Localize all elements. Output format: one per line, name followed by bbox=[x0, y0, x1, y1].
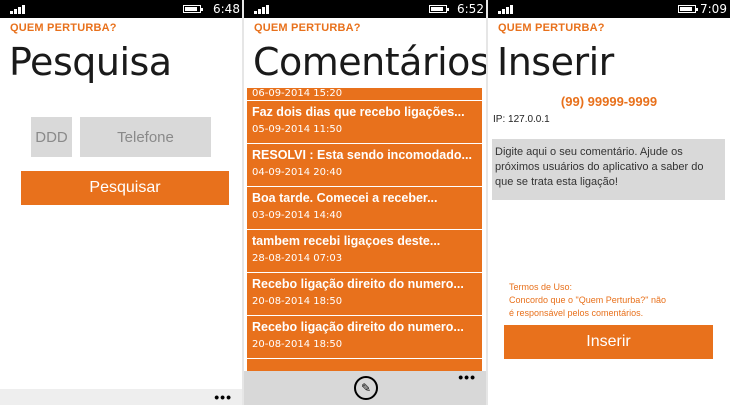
ip-address: IP: 127.0.0.1 bbox=[493, 114, 550, 125]
list-item[interactable]: tambem recebi ligaçoes deste... 28-08-20… bbox=[247, 230, 482, 273]
battery-icon bbox=[183, 5, 203, 13]
phone-number: (99) 99999-9999 bbox=[560, 94, 658, 109]
list-item[interactable]: RESOLVI : Esta sendo incomodado... 04-09… bbox=[247, 144, 482, 187]
clock: 7:09 bbox=[700, 2, 727, 16]
app-title: QUEM PERTURBA? bbox=[10, 22, 117, 34]
status-bar: 6:52 bbox=[244, 0, 486, 18]
status-bar: 6:48 bbox=[0, 0, 242, 18]
list-item[interactable]: Boa tarde. Comecei a receber... 03-09-20… bbox=[247, 187, 482, 230]
comment-text: Faz dois dias que recebo ligações... bbox=[252, 105, 465, 119]
battery-icon bbox=[429, 5, 449, 13]
app-bar: ••• bbox=[0, 389, 242, 405]
comment-text: RESOLVI : Esta sendo incomodado... bbox=[252, 148, 472, 162]
list-item[interactable]: Faz dois dias que recebo ligações... 05-… bbox=[247, 101, 482, 144]
comment-text: tambem recebi ligaçoes deste... bbox=[252, 234, 441, 248]
more-icon[interactable]: ••• bbox=[214, 390, 232, 404]
search-button[interactable]: Pesquisar bbox=[21, 171, 229, 205]
comment-date: 06-09-2014 15:20 bbox=[252, 88, 343, 99]
terms-line: Concordo que o "Quem Perturba?" não bbox=[509, 295, 666, 305]
comment-date: 03-09-2014 14:40 bbox=[252, 210, 343, 221]
app-bar: ✎ bbox=[244, 371, 486, 405]
ddd-input[interactable]: DDD bbox=[31, 117, 72, 157]
status-bar: 7:09 bbox=[488, 0, 730, 18]
signal-icon bbox=[498, 4, 518, 14]
comment-input[interactable]: Digite aqui o seu comentário. Ajude os p… bbox=[492, 139, 725, 200]
comment-date: 28-08-2014 07:03 bbox=[252, 253, 343, 264]
clock: 6:48 bbox=[213, 2, 240, 16]
signal-icon bbox=[10, 4, 30, 14]
battery-icon bbox=[678, 5, 698, 13]
terms-title: Termos de Uso: bbox=[509, 282, 573, 292]
app-title: QUEM PERTURBA? bbox=[254, 22, 361, 34]
insert-screen: 7:09 QUEM PERTURBA? Inserir (99) 99999-9… bbox=[488, 0, 730, 405]
signal-icon bbox=[254, 4, 274, 14]
terms-line: é responsável pelos comentários. bbox=[509, 308, 644, 318]
list-item[interactable]: 06-09-2014 15:20 bbox=[247, 88, 482, 101]
comment-text: Boa tarde. Comecei a receber... bbox=[252, 191, 438, 205]
comment-date: 05-09-2014 11:50 bbox=[252, 124, 343, 135]
page-title: Inserir bbox=[497, 40, 614, 84]
page-title: Comentários bbox=[253, 40, 486, 84]
comment-date: 20-08-2014 18:50 bbox=[252, 339, 343, 350]
list-item[interactable]: Recebo ligação direito do numero... 20-0… bbox=[247, 316, 482, 359]
app-title: QUEM PERTURBA? bbox=[498, 22, 605, 34]
clock: 6:52 bbox=[457, 2, 484, 16]
comment-text: Recebo ligação direito do numero... bbox=[252, 320, 464, 334]
comment-text: Recebo ligação direito do numero... bbox=[252, 277, 464, 291]
comment-date: 20-08-2014 18:50 bbox=[252, 296, 343, 307]
comments-list[interactable]: 06-09-2014 15:20 Faz dois dias que receb… bbox=[247, 88, 482, 372]
search-screen: 6:48 QUEM PERTURBA? Pesquisa DDD Telefon… bbox=[0, 0, 242, 405]
terms-of-use: Termos de Uso: Concordo que o "Quem Pert… bbox=[509, 281, 666, 320]
list-item[interactable]: Recebo ligação direito do numero... 20-0… bbox=[247, 273, 482, 316]
comment-date: 04-09-2014 20:40 bbox=[252, 167, 343, 178]
insert-button[interactable]: Inserir bbox=[504, 325, 713, 359]
comments-screen: 6:52 QUEM PERTURBA? Comentários 06-09-20… bbox=[244, 0, 486, 405]
page-title: Pesquisa bbox=[9, 40, 172, 84]
more-icon[interactable]: ••• bbox=[458, 370, 476, 384]
phone-input[interactable]: Telefone bbox=[80, 117, 211, 157]
pencil-icon[interactable]: ✎ bbox=[354, 376, 378, 400]
